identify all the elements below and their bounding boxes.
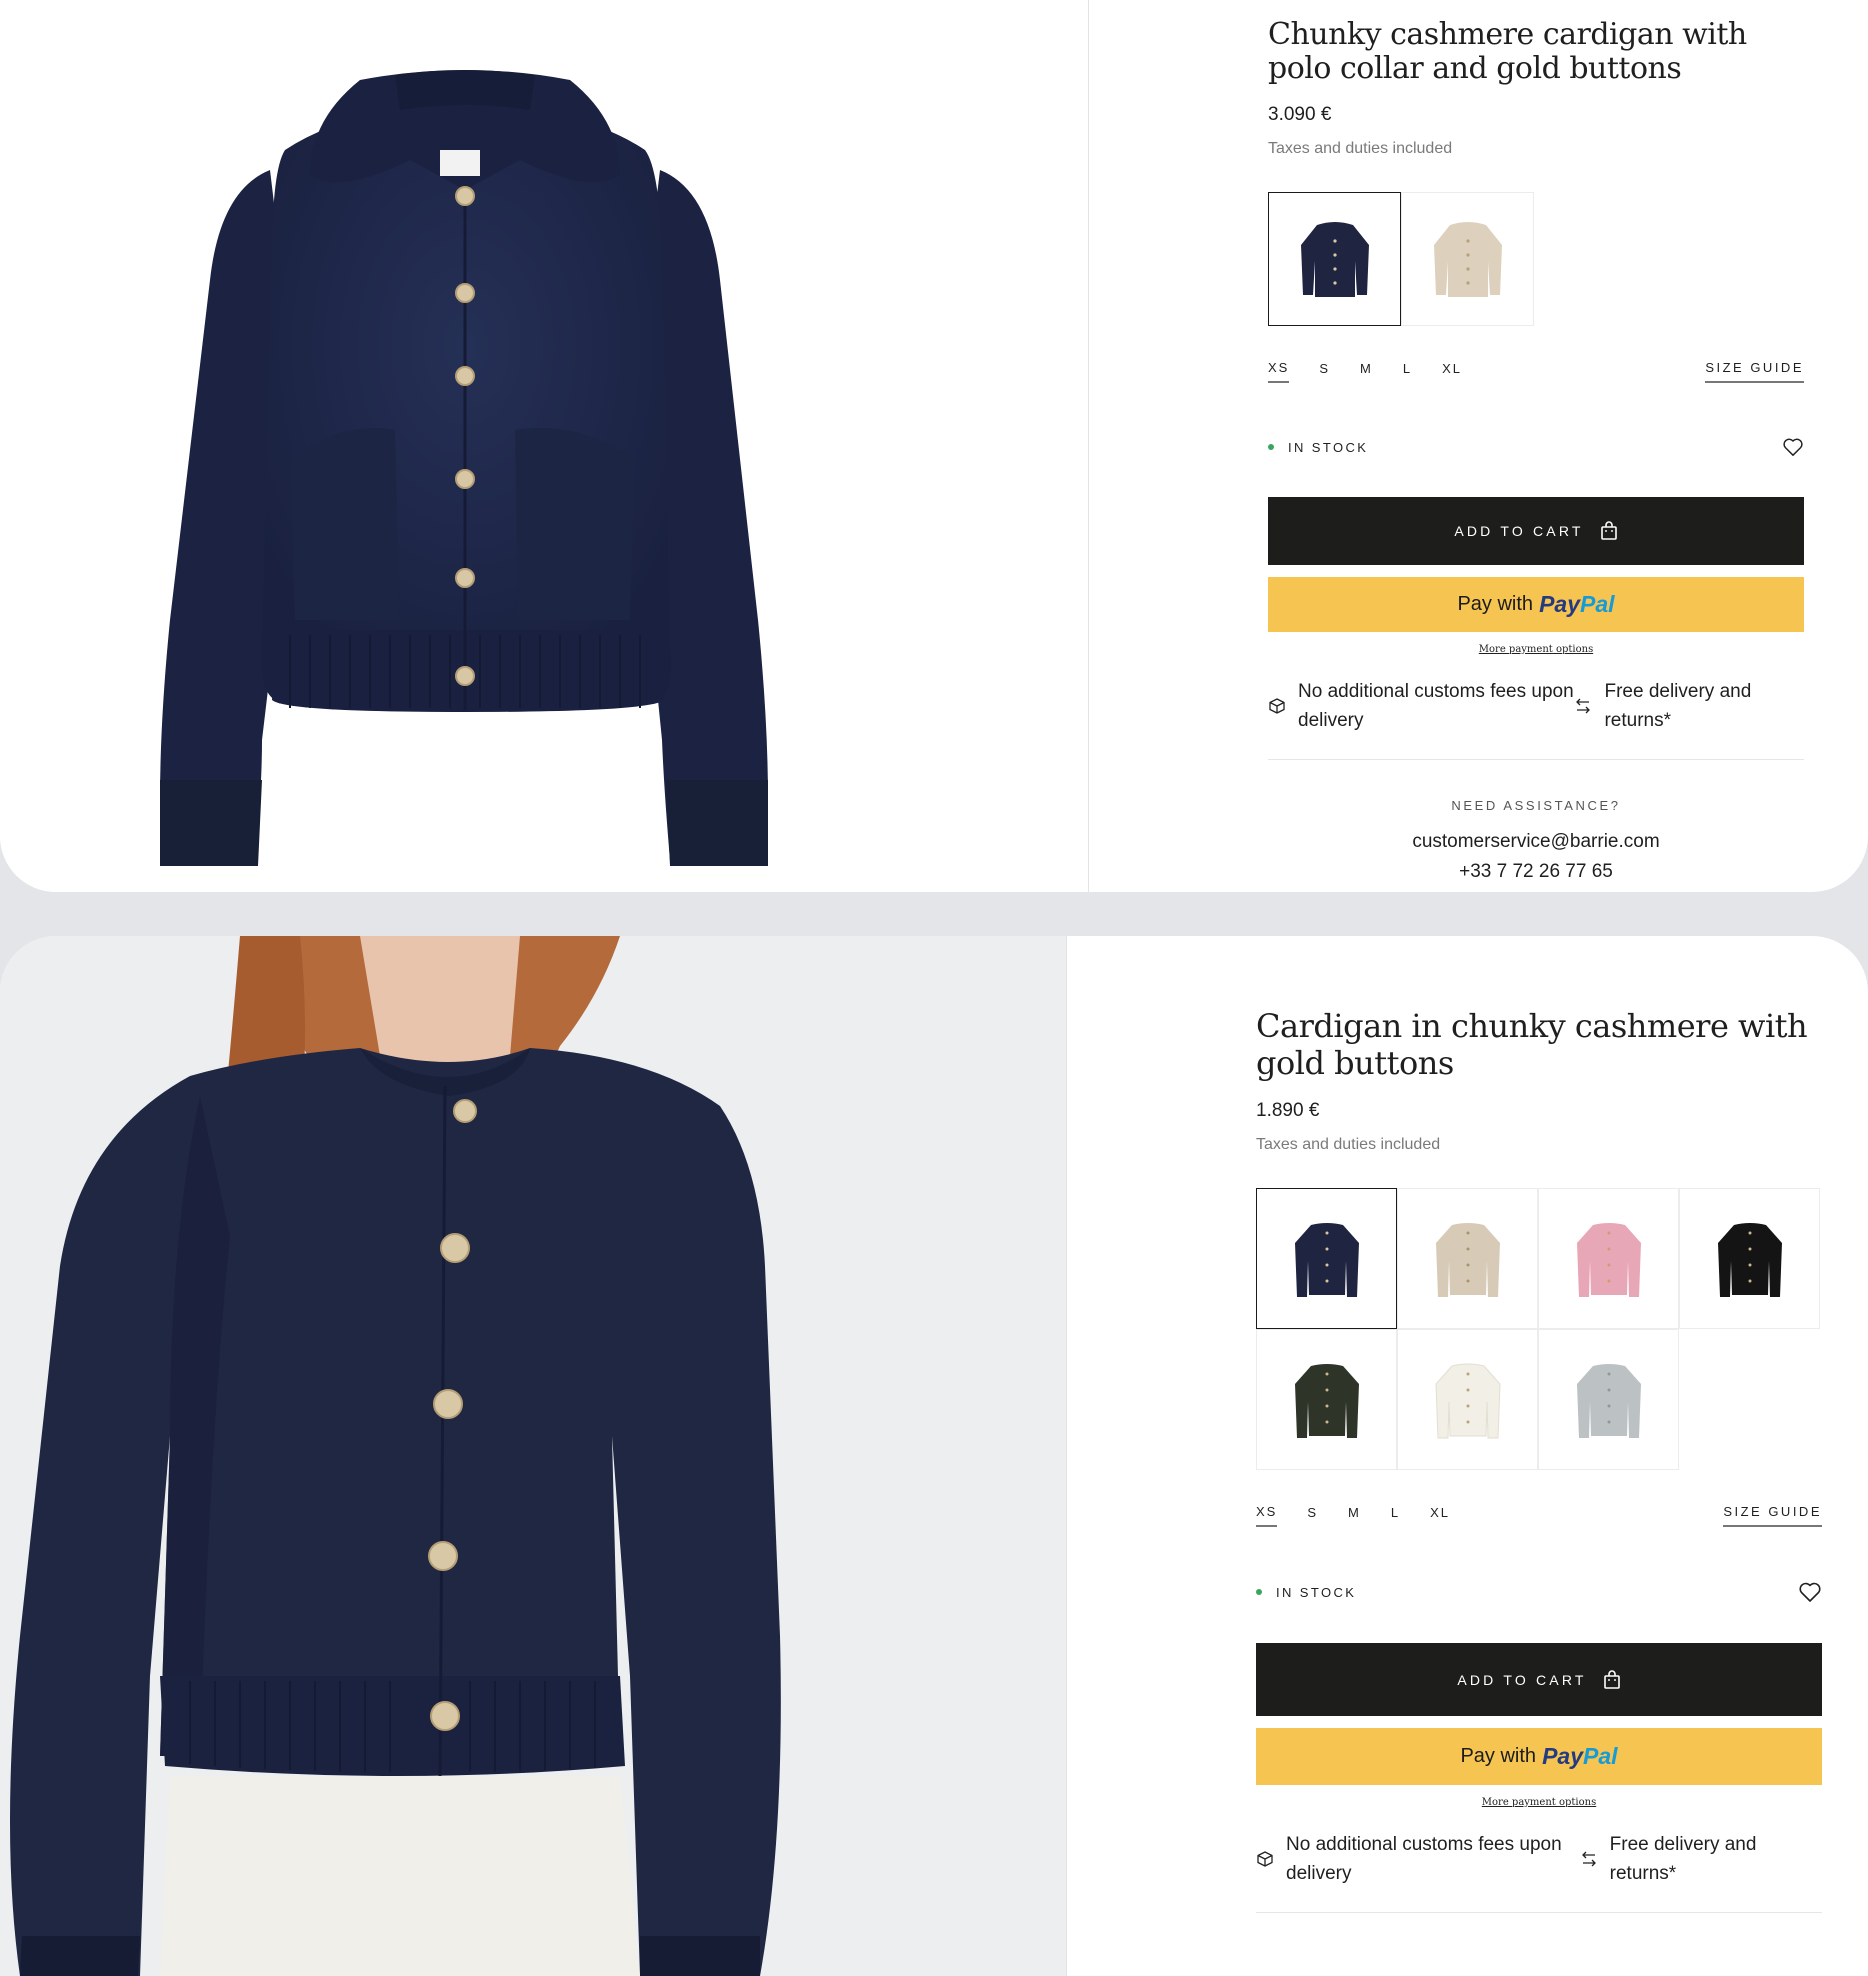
add-to-cart-label: ADD TO CART [1454,523,1584,539]
product-info: Chunky cashmere cardigan with polo colla… [1268,18,1804,887]
paypal-button[interactable]: Pay with PayPal [1268,577,1804,632]
product-title: Chunky cashmere cardigan with polo colla… [1268,17,1747,86]
size-option-l[interactable]: L [1403,361,1412,382]
size-option-xl[interactable]: XL [1442,361,1462,382]
swatch-cardigan-image [1294,1363,1359,1438]
color-swatch-navy[interactable] [1268,192,1401,326]
size-option-xs[interactable]: XS [1256,1504,1278,1527]
customs-feature-text: No additional customs fees upon delivery [1298,681,1574,731]
size-option-xs[interactable]: XS [1268,360,1290,383]
returns-feature: Free delivery and returns* [1580,1830,1822,1888]
product-price: 1.890 € [1256,1100,1320,1121]
exchange-arrows-icon [1574,696,1592,716]
color-swatches [1256,1188,1822,1470]
shopping-bag-icon [1603,1669,1621,1690]
more-payment-options-link[interactable]: More payment options [1256,1797,1822,1808]
need-assistance-heading: NEED ASSISTANCE? [1451,798,1621,813]
product-title: Cardigan in chunky cashmere with gold bu… [1256,1007,1808,1082]
color-swatch-pink[interactable] [1538,1188,1679,1329]
taxes-note: Taxes and duties included [1268,140,1453,157]
size-option-l[interactable]: L [1391,1505,1400,1526]
swatch-cardigan-image [1434,1363,1501,1438]
color-swatch-navy[interactable] [1256,1188,1397,1329]
product-price: 3.090 € [1268,104,1332,125]
product-image-model-cardigan [0,936,1066,1976]
taxes-note: Taxes and duties included [1256,1136,1441,1153]
add-to-cart-button[interactable]: ADD TO CART [1256,1643,1822,1716]
package-icon [1268,697,1286,715]
size-option-s[interactable]: S [1307,1505,1318,1526]
product-info: Cardigan in chunky cashmere with gold bu… [1256,1008,1822,1913]
stock-status-row: IN STOCK [1256,1581,1822,1603]
delivery-features: No additional customs fees upon delivery… [1268,677,1804,760]
package-icon [1256,1850,1274,1868]
returns-feature: Free delivery and returns* [1574,677,1804,735]
stock-status-row: IN STOCK [1268,437,1804,457]
product-panel-polo-collar: Chunky cashmere cardigan with polo colla… [0,0,1868,892]
size-option-m[interactable]: M [1348,1505,1361,1526]
stock-status: IN STOCK [1276,1584,1357,1600]
customer-service-email[interactable]: customerservice@barrie.com [1268,827,1804,857]
swatch-cardigan-image [1300,222,1369,297]
wishlist-heart-icon[interactable] [1782,437,1804,457]
in-stock-dot-icon [1256,1589,1262,1595]
swatch-cardigan-image [1433,222,1502,297]
returns-feature-text: Free delivery and returns* [1609,1834,1757,1884]
color-swatches [1268,192,1804,326]
swatch-cardigan-image [1294,1222,1359,1297]
customs-feature-text: No additional customs fees upon delivery [1286,1834,1562,1884]
contact-info: customerservice@barrie.com +33 7 72 26 7… [1268,827,1804,887]
exchange-arrows-icon [1580,1849,1598,1869]
color-swatch-grey-marl[interactable] [1538,1329,1679,1470]
add-to-cart-label: ADD TO CART [1457,1671,1587,1688]
shopping-bag-icon [1600,521,1618,541]
customer-service-phone[interactable]: +33 7 72 26 77 65 [1268,857,1804,887]
product-image-cardigan-polo-collar [160,70,768,866]
customs-feature: No additional customs fees upon delivery [1256,1830,1580,1888]
more-payment-options-link[interactable]: More payment options [1268,644,1804,655]
paypal-button[interactable]: Pay with PayPal [1256,1728,1822,1785]
add-to-cart-button[interactable]: ADD TO CART [1268,497,1804,565]
paypal-prefix: Pay with [1460,1745,1537,1767]
color-swatch-beige[interactable] [1401,192,1534,326]
size-guide-link[interactable]: SIZE GUIDE [1723,1504,1822,1527]
paypal-logo: PayPal [1542,1743,1618,1769]
size-selector: XS S M L XL SIZE GUIDE [1268,360,1804,383]
swatch-cardigan-image [1576,1363,1641,1438]
product-image-pane [0,0,1089,892]
swatch-cardigan-image [1717,1222,1782,1297]
color-swatch-dark-green[interactable] [1256,1329,1397,1470]
delivery-features: No additional customs fees upon delivery… [1256,1830,1822,1913]
returns-feature-text: Free delivery and returns* [1604,681,1752,731]
product-panel-crew-neck: Cardigan in chunky cashmere with gold bu… [0,936,1868,1976]
color-swatch-ivory[interactable] [1397,1329,1538,1470]
customs-feature: No additional customs fees upon delivery [1268,677,1574,735]
wishlist-heart-icon[interactable] [1798,1581,1822,1603]
stock-status: IN STOCK [1288,439,1369,455]
swatch-cardigan-image [1435,1222,1500,1297]
in-stock-dot-icon [1268,444,1274,450]
color-swatch-beige[interactable] [1397,1188,1538,1329]
size-option-m[interactable]: M [1360,361,1373,382]
swatch-cardigan-image [1576,1222,1641,1297]
product-image-pane [0,936,1067,1976]
size-selector: XS S M L XL SIZE GUIDE [1256,1504,1822,1527]
color-swatch-black[interactable] [1679,1188,1820,1329]
size-guide-link[interactable]: SIZE GUIDE [1705,360,1804,383]
size-option-xl[interactable]: XL [1430,1505,1450,1526]
paypal-prefix: Pay with [1457,593,1534,615]
paypal-logo: PayPal [1539,591,1615,617]
size-option-s[interactable]: S [1319,361,1330,382]
